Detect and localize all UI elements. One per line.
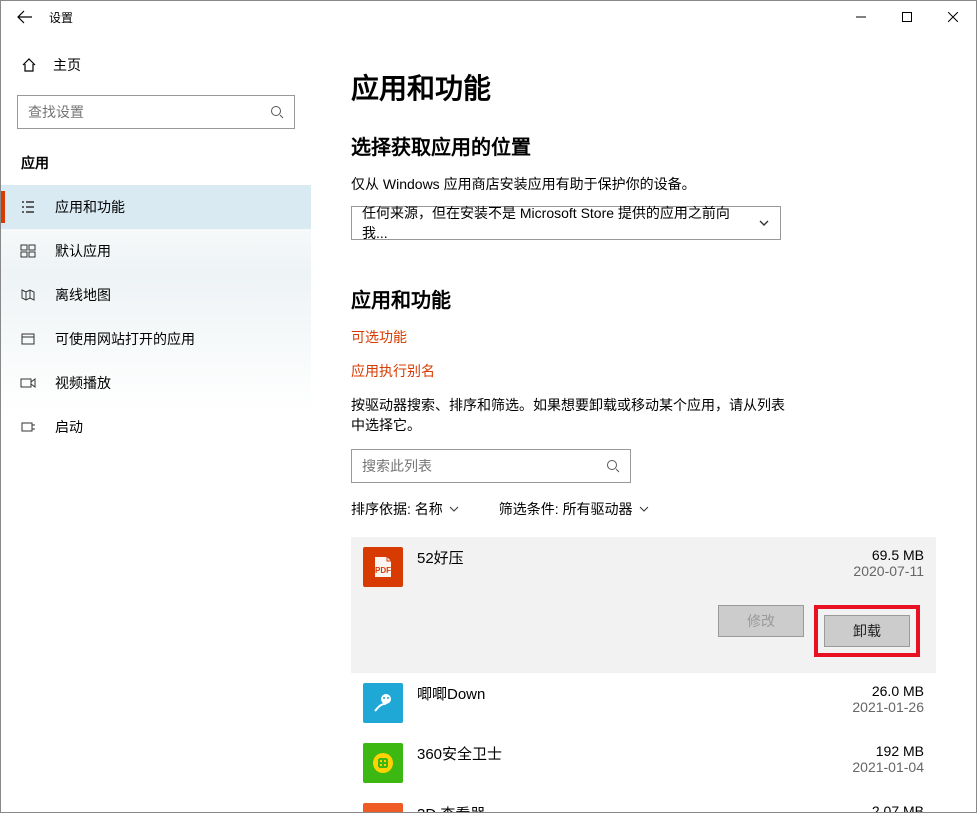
app-date: 2021-01-04 (852, 759, 924, 775)
nav-apps-features[interactable]: 应用和功能 (1, 185, 311, 229)
nav-label: 默认应用 (55, 241, 111, 261)
filter-dropdown[interactable]: 所有驱动器 (563, 499, 649, 519)
optional-features-link[interactable]: 可选功能 (351, 327, 936, 347)
minimize-button[interactable] (838, 1, 884, 33)
app-entry[interactable]: 360安全卫士 192 MB 2021-01-04 (351, 733, 936, 793)
app-execution-alias-link[interactable]: 应用执行别名 (351, 361, 936, 381)
nav-label: 应用和功能 (55, 197, 125, 217)
arrow-left-icon (17, 9, 33, 25)
search-icon (270, 105, 284, 119)
app-list-search[interactable] (351, 449, 631, 483)
filter-value: 所有驱动器 (563, 499, 633, 519)
page-title: 应用和功能 (351, 67, 936, 107)
app-entry[interactable]: 唧唧Down 26.0 MB 2021-01-26 (351, 673, 936, 733)
sort-label: 排序依据: (351, 501, 411, 517)
settings-window: 设置 主页 应用 (0, 0, 977, 813)
source-help: 仅从 Windows 应用商店安装应用有助于保护你的设备。 (351, 174, 936, 194)
body: 主页 应用 应用和功能 默认应用 离线地图 (1, 33, 976, 812)
sort-dropdown[interactable]: 名称 (415, 499, 459, 519)
nav-default-apps[interactable]: 默认应用 (1, 229, 311, 273)
home-icon (21, 57, 37, 73)
chevron-down-icon (449, 504, 459, 514)
close-icon (948, 12, 958, 22)
sidebar-search-input[interactable] (28, 104, 270, 120)
install-source-value: 任何来源，但在安装不是 Microsoft Store 提供的应用之前向我... (362, 203, 750, 243)
app-icon (363, 683, 403, 723)
app-date: 2020-07-11 (853, 563, 924, 579)
nav-offline-maps[interactable]: 离线地图 (1, 273, 311, 317)
list-section-title: 应用和功能 (351, 284, 936, 313)
defaults-icon (19, 243, 37, 259)
titlebar: 设置 (1, 1, 976, 33)
svg-text:PDF: PDF (375, 566, 391, 575)
link-icon (19, 331, 37, 347)
app-icon (363, 803, 403, 812)
app-entry[interactable]: 3D 查看器 Microsoft Corporation 2.07 MB 202… (351, 793, 936, 812)
sidebar: 主页 应用 应用和功能 默认应用 离线地图 (1, 33, 311, 812)
nav-startup[interactable]: 启动 (1, 405, 311, 449)
source-section-title: 选择获取应用的位置 (351, 131, 936, 160)
list-icon (19, 199, 37, 215)
startup-icon (19, 419, 37, 435)
app-icon (363, 743, 403, 783)
search-icon (606, 459, 620, 473)
filter-label: 筛选条件: (499, 501, 559, 517)
window-controls (838, 1, 976, 33)
nav-label: 可使用网站打开的应用 (55, 329, 195, 349)
app-size: 2.07 MB (852, 803, 924, 812)
chevron-down-icon (639, 504, 649, 514)
window-title: 设置 (49, 9, 73, 26)
app-name: 3D 查看器 (417, 803, 838, 812)
nav-label: 视频播放 (55, 373, 111, 393)
app-date: 2021-01-26 (852, 699, 924, 715)
install-source-dropdown[interactable]: 任何来源，但在安装不是 Microsoft Store 提供的应用之前向我... (351, 206, 781, 240)
sort-value: 名称 (415, 499, 443, 519)
nav-video-playback[interactable]: 视频播放 (1, 361, 311, 405)
app-size: 26.0 MB (852, 683, 924, 699)
sidebar-search[interactable] (17, 95, 295, 129)
uninstall-button[interactable]: 卸载 (824, 615, 910, 647)
map-icon (19, 287, 37, 303)
home-link[interactable]: 主页 (1, 45, 311, 85)
sort-filter-row: 排序依据: 名称 筛选条件: 所有驱动器 (351, 499, 936, 519)
app-list-search-input[interactable] (362, 458, 606, 474)
minimize-icon (856, 12, 866, 22)
back-button[interactable] (9, 1, 41, 33)
close-button[interactable] (930, 1, 976, 33)
nav-label: 离线地图 (55, 285, 111, 305)
content: 应用和功能 选择获取应用的位置 仅从 Windows 应用商店安装应用有助于保护… (311, 33, 976, 812)
chevron-down-icon (758, 217, 770, 229)
maximize-icon (902, 12, 912, 22)
video-icon (19, 375, 37, 391)
app-size: 192 MB (852, 743, 924, 759)
app-icon: PDF (363, 547, 403, 587)
modify-button: 修改 (718, 605, 804, 637)
maximize-button[interactable] (884, 1, 930, 33)
app-name: 360安全卫士 (417, 743, 838, 764)
app-name: 唧唧Down (417, 683, 838, 704)
list-help: 按驱动器搜索、排序和筛选。如果想要卸载或移动某个应用，请从列表中选择它。 (351, 395, 791, 435)
app-entry-selected[interactable]: PDF 52好压 69.5 MB 2020-07-11 修改 卸载 (351, 537, 936, 673)
category-header: 应用 (1, 147, 311, 185)
app-size: 69.5 MB (853, 547, 924, 563)
nav-apps-for-websites[interactable]: 可使用网站打开的应用 (1, 317, 311, 361)
nav-label: 启动 (55, 417, 83, 437)
annotation-highlight: 卸载 (814, 605, 920, 657)
app-name: 52好压 (417, 547, 839, 568)
app-actions: 修改 卸载 (363, 605, 924, 657)
home-label: 主页 (53, 55, 81, 75)
